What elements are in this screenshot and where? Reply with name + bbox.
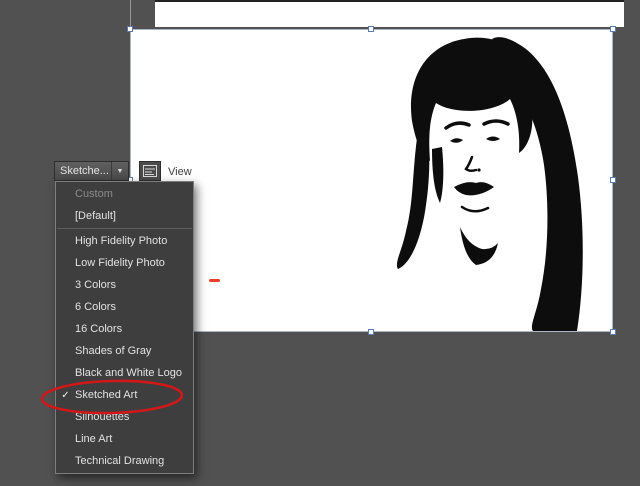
trace-artifact-mark — [209, 279, 220, 282]
selection-handle[interactable] — [610, 177, 616, 183]
menu-item-shades-of-gray[interactable]: Shades of Gray — [56, 340, 193, 362]
selection-handle[interactable] — [610, 329, 616, 335]
selection-handle[interactable] — [368, 329, 374, 335]
menu-item-label: Sketched Art — [75, 389, 193, 401]
menu-item-label: Low Fidelity Photo — [75, 257, 193, 269]
menu-separator — [57, 228, 192, 229]
menu-item-high-fidelity-photo[interactable]: High Fidelity Photo — [56, 230, 193, 252]
menu-item-16-colors[interactable]: 16 Colors — [56, 318, 193, 340]
menu-item-label: [Default] — [75, 210, 193, 222]
view-label: View — [168, 166, 192, 178]
preset-dropdown-label: Sketche... — [55, 165, 111, 177]
artboard-canvas[interactable] — [130, 29, 613, 332]
menu-item-silhouettes[interactable]: Silhouettes — [56, 406, 193, 428]
preset-menu: Custom [Default] High Fidelity Photo Low Fi… — [55, 181, 194, 474]
menu-item-default[interactable]: [Default] — [56, 205, 193, 227]
menu-item-label: 3 Colors — [75, 279, 193, 291]
menu-item-label: Line Art — [75, 433, 193, 445]
checkmark-icon: ✓ — [56, 390, 75, 401]
panel-icon — [143, 165, 157, 177]
menu-item-6-colors[interactable]: 6 Colors — [56, 296, 193, 318]
menu-item-label: Shades of Gray — [75, 345, 193, 357]
menu-item-label: 6 Colors — [75, 301, 193, 313]
menu-item-custom[interactable]: Custom — [56, 183, 193, 205]
upper-artboard-strip — [155, 0, 624, 27]
image-trace-panel-button[interactable] — [139, 161, 161, 181]
menu-item-technical-drawing[interactable]: Technical Drawing — [56, 450, 193, 472]
menu-item-line-art[interactable]: Line Art — [56, 428, 193, 450]
preset-dropdown-button[interactable]: Sketche... ▼ — [54, 161, 129, 181]
chevron-down-icon: ▼ — [111, 162, 128, 180]
menu-item-label: Technical Drawing — [75, 455, 193, 467]
menu-item-black-and-white-logo[interactable]: Black and White Logo — [56, 362, 193, 384]
menu-item-label: High Fidelity Photo — [75, 235, 193, 247]
menu-item-label: 16 Colors — [75, 323, 193, 335]
selection-handle[interactable] — [610, 26, 616, 32]
selection-handle[interactable] — [127, 26, 133, 32]
selection-handle[interactable] — [368, 26, 374, 32]
menu-item-3-colors[interactable]: 3 Colors — [56, 274, 193, 296]
menu-item-label: Silhouettes — [75, 411, 193, 423]
menu-item-low-fidelity-photo[interactable]: Low Fidelity Photo — [56, 252, 193, 274]
menu-item-sketched-art[interactable]: ✓Sketched Art — [56, 384, 193, 406]
menu-item-label: Custom — [75, 188, 193, 200]
menu-item-label: Black and White Logo — [75, 367, 193, 379]
